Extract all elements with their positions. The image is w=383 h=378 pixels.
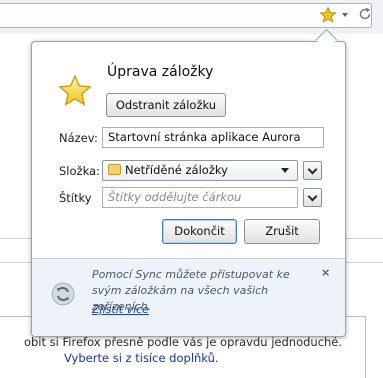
chevron-down-icon[interactable] — [342, 13, 348, 17]
folder-icon — [108, 164, 121, 175]
chevron-down-icon — [307, 164, 318, 175]
tags-label: Štítky — [59, 191, 92, 205]
folder-select-value: Netříděné záložky — [125, 163, 228, 177]
close-icon[interactable]: × — [321, 266, 330, 279]
addons-link[interactable]: Vyberte si z tisíce doplňků. — [64, 351, 219, 365]
tags-expander[interactable] — [303, 188, 322, 207]
page-text: obit si Firefox přesně podle vás je opra… — [23, 335, 343, 349]
folder-tree-expander[interactable] — [303, 161, 322, 180]
name-field[interactable]: Startovní stránka aplikace Aurora — [102, 127, 324, 148]
name-label: Název: — [59, 131, 98, 145]
bookmark-star-icon — [58, 74, 92, 106]
learn-more-link[interactable]: Zjistit více — [92, 303, 149, 316]
done-button[interactable]: Dokončit — [162, 219, 237, 244]
url-bar[interactable] — [0, 3, 372, 28]
tags-field[interactable]: Štítky oddělujte čárkou — [102, 187, 298, 208]
folder-select[interactable]: Netříděné záložky — [102, 160, 298, 181]
sync-icon — [51, 282, 75, 306]
edit-bookmark-panel: Úprava záložky Odstranit záložku Název: … — [31, 41, 346, 337]
chevron-down-icon — [307, 191, 318, 202]
remove-bookmark-button[interactable]: Odstranit záložku — [106, 93, 226, 117]
panel-title: Úprava záložky — [107, 64, 214, 80]
cancel-button[interactable]: Zrušit — [244, 219, 320, 244]
folder-label: Složka: — [59, 164, 100, 178]
dropdown-arrow-icon — [281, 168, 289, 173]
refresh-icon[interactable] — [356, 5, 374, 23]
star-icon[interactable] — [319, 6, 337, 24]
sync-promo: Pomocí Sync můžete přistupovat ke svým z… — [32, 258, 345, 336]
